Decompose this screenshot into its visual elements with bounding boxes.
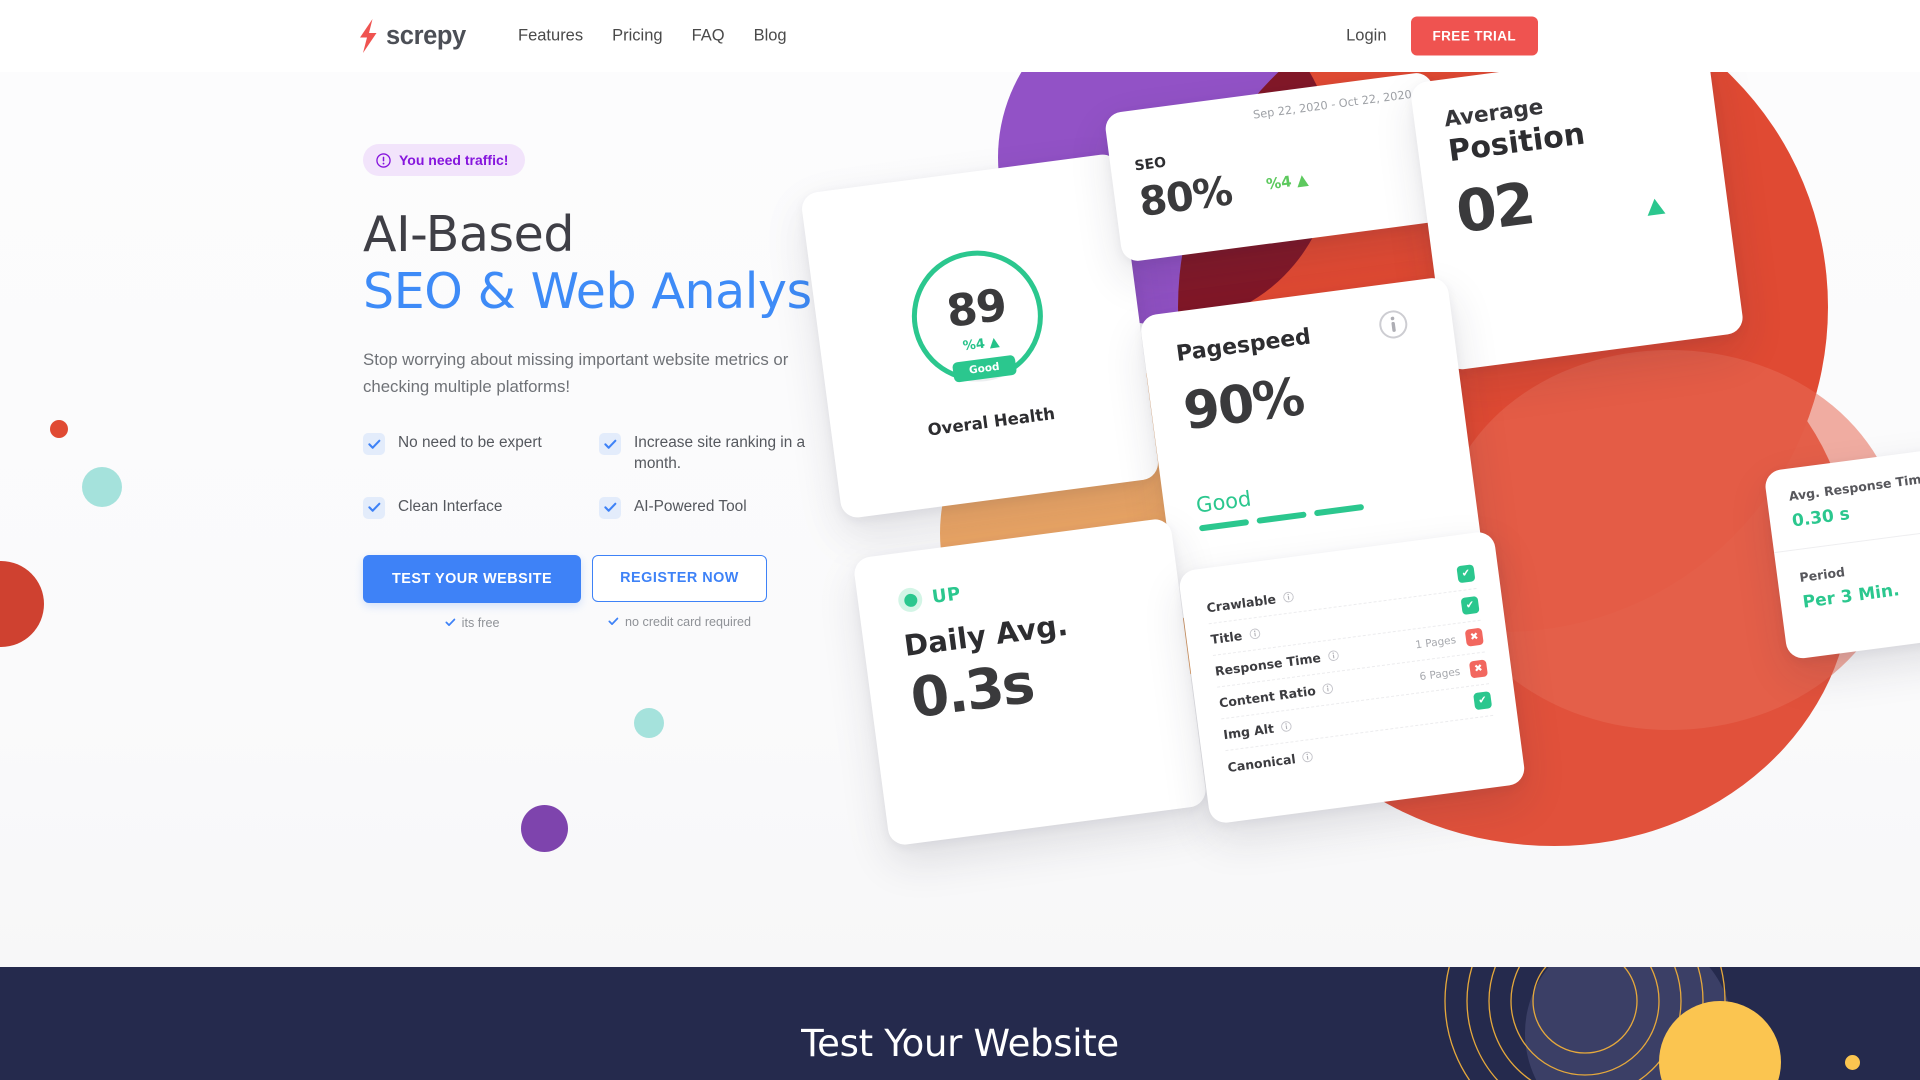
- status-badge: You need traffic!: [363, 144, 526, 176]
- decor-dot-teal-upper: [82, 467, 122, 507]
- status-badge-ok: ✔: [1473, 691, 1493, 711]
- info-circle-icon[interactable]: [1301, 746, 1314, 766]
- info-circle-icon[interactable]: [1321, 679, 1334, 699]
- feature-item-1: Increase site ranking in a month.: [599, 433, 835, 475]
- checklist-name: Content Ratio: [1218, 682, 1317, 711]
- status-badge-ok: ✔: [1456, 564, 1476, 584]
- check-icon: [363, 433, 385, 456]
- nav-item-blog[interactable]: Blog: [754, 27, 787, 46]
- nav-item-features[interactable]: Features: [518, 27, 583, 46]
- checklist-name: Canonical: [1226, 750, 1297, 775]
- feature-label: Increase site ranking in a month.: [634, 434, 806, 472]
- check-icon: [608, 615, 619, 629]
- seo-checklist-card[interactable]: Crawlable ✔ Title ✔ Response Time 1 Page…: [1177, 530, 1527, 825]
- feature-list: No need to be expert Increase site ranki…: [363, 433, 833, 519]
- overall-health-card[interactable]: 89 %4 ▲ Good Overal Health: [799, 152, 1161, 520]
- status-dot-icon: [896, 586, 924, 614]
- triangle-up-icon: [1644, 197, 1667, 221]
- seo-date-range: Sep 22, 2020 - Oct 22, 2020: [1252, 87, 1413, 122]
- health-card-label: Overal Health: [926, 403, 1056, 440]
- avg-response-time-card[interactable]: Avg. Response Time 0.30 s Period Per 3 M…: [1763, 445, 1920, 661]
- daily-average-card[interactable]: UP Daily Avg. 0.3s: [852, 517, 1208, 847]
- feature-label: Clean Interface: [398, 497, 503, 515]
- health-gauge: 89 %4 ▲ Good: [893, 232, 1061, 400]
- secondary-cta-note-label: no credit card required: [625, 614, 752, 629]
- check-icon: [363, 496, 385, 519]
- info-circle-icon[interactable]: [1376, 308, 1410, 346]
- checklist-name: Crawlable: [1205, 591, 1277, 616]
- decor-dot-teal-lower: [634, 708, 664, 738]
- section-title: Test Your Website: [801, 1022, 1119, 1065]
- lightning-bolt-icon: [357, 19, 379, 53]
- decor-dot-red-small: [50, 420, 68, 438]
- secondary-cta-group: REGISTER NOW no credit card required: [592, 554, 767, 630]
- info-circle-icon[interactable]: [1248, 624, 1261, 644]
- feature-item-2: Clean Interface: [363, 496, 599, 519]
- primary-cta-group: TEST YOUR WEBSITE its free: [363, 554, 582, 630]
- decor-dot-yellow-small: [1845, 1055, 1860, 1070]
- checklist-name: Response Time: [1214, 649, 1322, 679]
- check-icon: [445, 616, 456, 630]
- status-badge-label: You need traffic!: [399, 152, 509, 168]
- feature-item-3: AI-Powered Tool: [599, 496, 835, 519]
- landing-page: screpy Features Pricing FAQ Blog Login F…: [0, 0, 1920, 1080]
- header-actions: Login FREE TRIAL: [1346, 16, 1538, 56]
- checklist-name: Img Alt: [1222, 720, 1275, 743]
- feature-item-0: No need to be expert: [363, 433, 599, 475]
- check-icon: [599, 433, 621, 456]
- decor-dot-purple: [521, 805, 568, 852]
- check-icon: [599, 496, 621, 519]
- hero-section: You need traffic! AI-Based SEO & Web Ana…: [0, 72, 1920, 967]
- primary-cta-note: its free: [445, 615, 500, 630]
- nav-item-faq[interactable]: FAQ: [692, 27, 725, 46]
- pagespeed-value: 90%: [1180, 367, 1307, 443]
- register-now-button[interactable]: REGISTER NOW: [592, 554, 767, 602]
- info-circle-icon[interactable]: [1326, 646, 1339, 666]
- logo-text: screpy: [386, 21, 466, 50]
- feature-label: AI-Powered Tool: [634, 497, 747, 515]
- nav-item-pricing[interactable]: Pricing: [612, 27, 662, 46]
- info-circle-icon[interactable]: [1282, 587, 1295, 607]
- login-link[interactable]: Login: [1346, 27, 1386, 46]
- headline-line-1: AI-Based: [363, 206, 575, 263]
- hero-subhead: Stop worrying about missing important we…: [363, 349, 789, 396]
- cta-row: TEST YOUR WEBSITE its free REGISTER NOW: [363, 554, 923, 630]
- logo[interactable]: screpy: [357, 19, 466, 53]
- decor-dot-red-large: [0, 561, 44, 647]
- uptime-status-label: UP: [930, 582, 963, 608]
- secondary-cta-note: no credit card required: [608, 615, 751, 629]
- status-badge-bad: ✖: [1468, 659, 1488, 679]
- exclamation-circle-icon: [376, 152, 391, 168]
- free-trial-button[interactable]: FREE TRIAL: [1410, 16, 1538, 56]
- status-badge-ok: ✔: [1460, 595, 1480, 616]
- average-position-card[interactable]: Average Position 02: [1409, 72, 1745, 372]
- hero-illustration: 89 %4 ▲ Good Overal Health Sep 22, 2020 …: [799, 72, 1920, 967]
- primary-cta-note-label: its free: [461, 615, 500, 630]
- test-your-website-section: Test Your Website: [0, 967, 1920, 1080]
- checklist-pages: 6 Pages: [1418, 665, 1461, 683]
- checklist-name: Title: [1209, 628, 1244, 648]
- feature-label: No need to be expert: [398, 434, 542, 452]
- test-your-website-button[interactable]: TEST YOUR WEBSITE: [363, 554, 582, 603]
- site-header: screpy Features Pricing FAQ Blog Login F…: [0, 0, 1920, 72]
- info-circle-icon[interactable]: [1280, 716, 1293, 736]
- status-badge-bad: ✖: [1464, 627, 1484, 647]
- checklist-pages: 1 Pages: [1414, 633, 1457, 651]
- main-nav: Features Pricing FAQ Blog: [518, 27, 787, 46]
